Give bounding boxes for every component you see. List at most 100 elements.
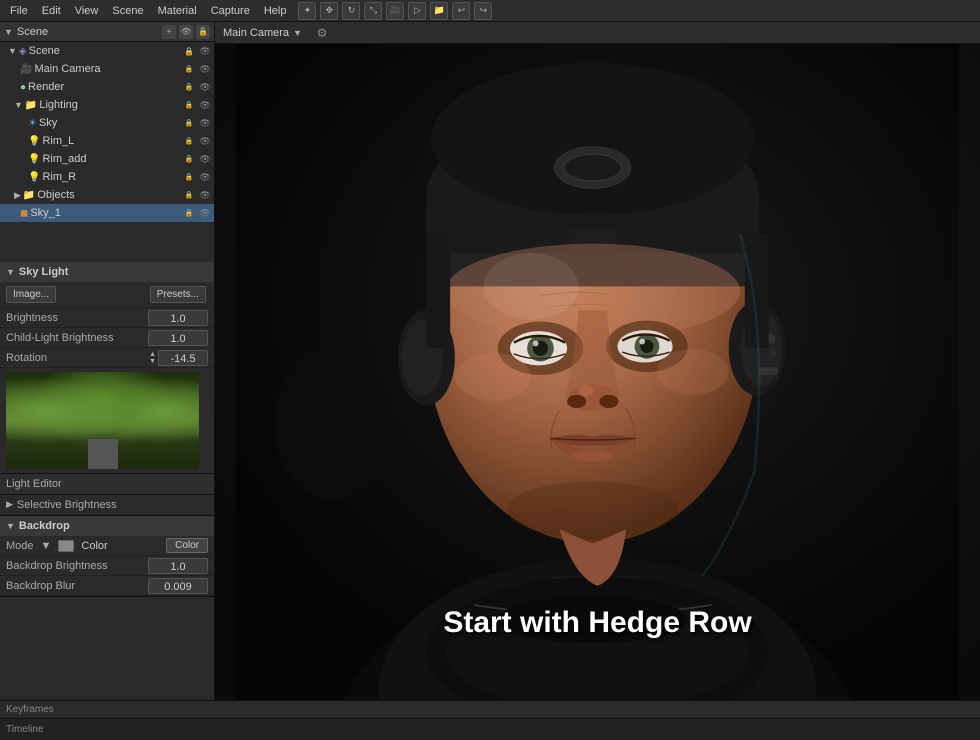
presets-button[interactable]: Presets... (150, 286, 206, 303)
sky-road (88, 439, 118, 469)
brightness-value[interactable]: 1.0 (148, 310, 208, 326)
sky-light-arrow: ▼ (6, 267, 15, 277)
toolbar-icon-6[interactable]: ▷ (408, 2, 426, 20)
tree-item-rim-l-label: Rim_L (42, 135, 74, 147)
objects-lock-icon: 🔒 (182, 188, 196, 202)
child-light-row: Child-Light Brightness 1.0 (0, 328, 214, 348)
tree-add-icon[interactable]: + (162, 25, 176, 39)
spinner-up-arrow[interactable]: ▲ (149, 351, 156, 358)
lighting-lock-icon: 🔒 (182, 98, 196, 112)
render-lock-icon: 🔒 (182, 80, 196, 94)
selective-brightness-row[interactable]: ▶ Selective Brightness (0, 495, 214, 515)
scene-eye-icon[interactable]: 👁 (198, 44, 212, 58)
rim-add-lock-icon: 🔒 (182, 152, 196, 166)
tree-item-objects[interactable]: ▶ 📁 Objects 🔒 👁 (0, 186, 214, 204)
render-eye-icon[interactable]: 👁 (198, 80, 212, 94)
spinner-down-arrow[interactable]: ▼ (149, 358, 156, 365)
color-button[interactable]: Color (166, 538, 208, 553)
face-render: Start with Hedge Row (215, 44, 980, 700)
render-icon: ● (20, 82, 26, 93)
mode-row: Mode ▼ Color Color (0, 536, 214, 556)
menu-view[interactable]: View (69, 3, 105, 19)
tree-item-rim-r[interactable]: 💡 Rim_R 🔒 👁 (0, 168, 214, 186)
sky-eye-icon[interactable]: 👁 (198, 116, 212, 130)
backdrop-brightness-row: Backdrop Brightness 1.0 (0, 556, 214, 576)
rim-r-eye-icon[interactable]: 👁 (198, 170, 212, 184)
brightness-label: Brightness (6, 312, 148, 324)
tree-item-rim-add[interactable]: 💡 Rim_add 🔒 👁 (0, 150, 214, 168)
backdrop-section: ▼ Backdrop Mode ▼ Color Color Backdrop B… (0, 516, 214, 597)
tree-item-rim-r-label: Rim_R (42, 171, 76, 183)
tree-item-objects-label: Objects (37, 189, 74, 201)
tree-item-scene[interactable]: ▼ ◈ Scene 🔒 👁 (0, 42, 214, 60)
tree-item-sky1-label: Sky_1 (30, 207, 61, 219)
sky-light-section: ▼ Sky Light Image... Presets... Brightne… (0, 262, 214, 474)
rim-l-eye-icon[interactable]: 👁 (198, 134, 212, 148)
menu-capture[interactable]: Capture (205, 3, 256, 19)
rim-add-icon: 💡 (28, 154, 40, 165)
lighting-eye-icon[interactable]: 👁 (198, 98, 212, 112)
camera-lock-icon: 🔒 (182, 62, 196, 76)
color-swatch[interactable] (58, 540, 74, 552)
sky-light-header[interactable]: ▼ Sky Light (0, 262, 214, 282)
toolbar-icon-7[interactable]: 📁 (430, 2, 448, 20)
bottom-area: Keyframes Timeline (0, 700, 980, 740)
sky-light-title: Sky Light (19, 266, 69, 278)
toolbar-icon-2[interactable]: ✥ (320, 2, 338, 20)
child-light-label: Child-Light Brightness (6, 332, 148, 344)
sky-lock-icon: 🔒 (182, 116, 196, 130)
toolbar-icon-3[interactable]: ↻ (342, 2, 360, 20)
rotation-spinner: ▲ ▼ -14.5 (149, 350, 208, 366)
main-area: ▼ Scene + 👁 🔒 ▼ ◈ Scene 🔒 👁 (0, 22, 980, 700)
rotation-label: Rotation (6, 352, 149, 364)
scene-tree-title: Scene (17, 26, 48, 38)
scene-icon: ◈ (19, 46, 27, 57)
rotation-value[interactable]: -14.5 (158, 350, 208, 366)
backdrop-blur-value[interactable]: 0.009 (148, 578, 208, 594)
selective-brightness-label: Selective Brightness (17, 499, 208, 511)
scene-expand-arrow: ▼ (8, 46, 17, 56)
backdrop-brightness-value[interactable]: 1.0 (148, 558, 208, 574)
backdrop-header[interactable]: ▼ Backdrop (0, 516, 214, 536)
keyframes-bar: Keyframes (0, 700, 980, 718)
render-area: Start with Hedge Row (215, 44, 980, 700)
tree-lock-icon[interactable]: 🔒 (196, 25, 210, 39)
rim-l-icon: 💡 (28, 136, 40, 147)
toolbar-icon-4[interactable]: ⤡ (364, 2, 382, 20)
tree-item-sky-1[interactable]: ◼ Sky_1 🔒 👁 (0, 204, 214, 222)
menu-file[interactable]: File (4, 3, 34, 19)
objects-expand-arrow: ▶ (14, 190, 21, 201)
selective-brightness-arrow: ▶ (6, 499, 13, 510)
toolbar-icon-8[interactable]: ↩ (452, 2, 470, 20)
rim-r-lock-icon: 🔒 (182, 170, 196, 184)
viewport-settings-icon[interactable]: ⚙ (314, 25, 330, 41)
toolbar-icon-9[interactable]: ↪ (474, 2, 492, 20)
mode-label: Mode (6, 540, 34, 552)
menu-help[interactable]: Help (258, 3, 293, 19)
toolbar-icons: ✦ ✥ ↻ ⤡ 🎥 ▷ 📁 ↩ ↪ (298, 2, 492, 20)
tree-item-render[interactable]: ● Render 🔒 👁 (0, 78, 214, 96)
menu-material[interactable]: Material (152, 3, 203, 19)
tree-eye-icon[interactable]: 👁 (179, 25, 193, 39)
tree-item-lighting[interactable]: ▼ 📁 Lighting 🔒 👁 (0, 96, 214, 114)
backdrop-title: Backdrop (19, 520, 70, 532)
toolbar-icon-1[interactable]: ✦ (298, 2, 316, 20)
toolbar-icon-5[interactable]: 🎥 (386, 2, 404, 20)
tree-item-sky[interactable]: ☀ Sky 🔒 👁 (0, 114, 214, 132)
tree-item-rim-l[interactable]: 💡 Rim_L 🔒 👁 (0, 132, 214, 150)
child-light-value[interactable]: 1.0 (148, 330, 208, 346)
rim-add-eye-icon[interactable]: 👁 (198, 152, 212, 166)
menu-edit[interactable]: Edit (36, 3, 67, 19)
image-button[interactable]: Image... (6, 286, 56, 303)
menu-bar: File Edit View Scene Material Capture He… (0, 0, 980, 22)
backdrop-blur-label: Backdrop Blur (6, 580, 148, 592)
menu-scene[interactable]: Scene (106, 3, 149, 19)
timeline-label: Timeline (6, 724, 43, 735)
sky1-eye-icon[interactable]: 👁 (198, 206, 212, 220)
tree-item-main-camera[interactable]: 🎥 Main Camera 🔒 👁 (0, 60, 214, 78)
rim-r-icon: 💡 (28, 172, 40, 183)
objects-eye-icon[interactable]: 👁 (198, 188, 212, 202)
keyframes-label: Keyframes (6, 704, 54, 715)
camera-eye-icon[interactable]: 👁 (198, 62, 212, 76)
backdrop-brightness-label: Backdrop Brightness (6, 560, 148, 572)
